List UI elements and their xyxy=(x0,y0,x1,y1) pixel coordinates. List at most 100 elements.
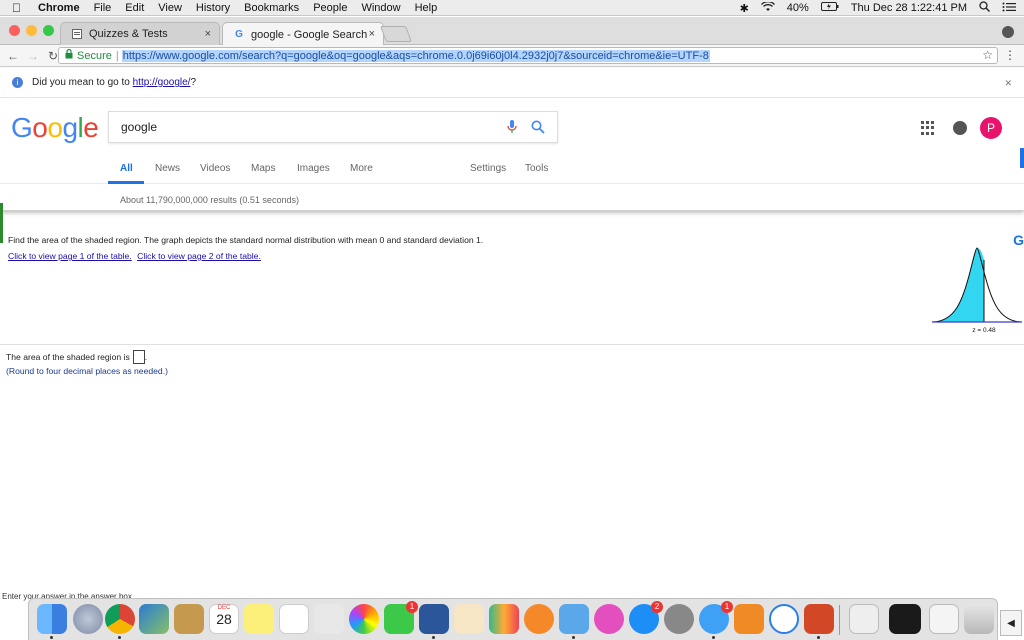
app-store-badge: 2 xyxy=(651,601,663,613)
avatar[interactable]: P xyxy=(980,117,1002,139)
new-tab-button[interactable] xyxy=(380,26,412,42)
powerpoint-icon[interactable] xyxy=(804,604,834,634)
running-indicator xyxy=(118,636,121,639)
wifi-icon[interactable] xyxy=(760,0,775,15)
spotlight-search-icon[interactable] xyxy=(979,1,990,15)
menu-file[interactable]: File xyxy=(94,2,112,14)
zoom-window-icon[interactable] xyxy=(43,25,54,36)
tab-videos[interactable]: Videos xyxy=(200,163,230,174)
answer-suffix: . xyxy=(144,352,148,362)
menu-edit[interactable]: Edit xyxy=(125,2,144,14)
calculator-icon[interactable] xyxy=(734,604,764,634)
bluetooth-icon[interactable]: ✱ xyxy=(740,2,749,15)
did-you-mean-bar: i Did you mean to go to http://google/ ?… xyxy=(0,68,1024,98)
keynote-icon[interactable] xyxy=(559,604,589,634)
tab-quizzes[interactable]: Quizzes & Tests × xyxy=(60,22,220,45)
launchpad-icon[interactable] xyxy=(73,604,103,634)
tab-tools[interactable]: Tools xyxy=(525,163,548,174)
tab-strip: Quizzes & Tests × G google - Google Sear… xyxy=(0,17,1024,46)
tab-maps[interactable]: Maps xyxy=(251,163,275,174)
ibooks-icon[interactable] xyxy=(524,604,554,634)
notification-center-icon[interactable] xyxy=(1002,2,1016,15)
preview-icon[interactable] xyxy=(139,604,169,634)
profile-icon[interactable] xyxy=(1002,26,1014,38)
tab-settings[interactable]: Settings xyxy=(470,163,506,174)
did-you-mean-prefix: Did you mean to go to xyxy=(32,77,133,88)
safari-icon[interactable] xyxy=(769,604,799,634)
secure-label: Secure xyxy=(77,49,112,62)
chrome-menu-icon[interactable]: ⋮ xyxy=(1004,48,1016,62)
forward-arrow-icon[interactable]: → xyxy=(26,49,40,63)
tab-title: google - Google Search xyxy=(251,28,368,41)
calendar-day: 28 xyxy=(216,611,232,627)
minimized-window-icon[interactable] xyxy=(889,604,921,634)
tab-all[interactable]: All xyxy=(120,163,133,174)
lock-icon xyxy=(65,48,73,62)
close-tab-icon[interactable]: × xyxy=(369,28,375,40)
menu-history[interactable]: History xyxy=(196,2,230,14)
notifications-bell-icon[interactable] xyxy=(953,121,967,135)
photo-booth-icon[interactable] xyxy=(314,604,344,634)
trash-icon[interactable] xyxy=(964,604,994,634)
calendar-icon[interactable]: DEC 28 xyxy=(209,604,239,634)
system-preferences-icon[interactable] xyxy=(664,604,694,634)
word-icon[interactable] xyxy=(419,604,449,634)
url-text[interactable]: https://www.google.com/search?q=google&o… xyxy=(121,49,710,62)
mac-dock: DEC 28 1 2 1 xyxy=(28,598,998,640)
search-input[interactable]: google xyxy=(108,111,558,143)
separator: | xyxy=(115,49,119,62)
app-store-icon[interactable]: 2 xyxy=(629,601,663,634)
table-page-2-link[interactable]: Click to view page 2 of the table. xyxy=(137,251,261,261)
answer-input[interactable] xyxy=(132,350,145,364)
clock[interactable]: Thu Dec 28 1:22:41 PM xyxy=(851,2,967,14)
chrome-icon[interactable] xyxy=(105,604,135,634)
close-tab-icon[interactable]: × xyxy=(205,28,211,40)
back-arrow-icon[interactable]: ← xyxy=(6,49,20,63)
menu-view[interactable]: View xyxy=(158,2,182,14)
question-text: Find the area of the shaded region. The … xyxy=(8,235,484,245)
menu-window[interactable]: Window xyxy=(361,2,400,14)
tab-images[interactable]: Images xyxy=(297,163,330,174)
tab-title: Quizzes & Tests xyxy=(89,28,168,40)
browser-toolbar: ← → ↻ Secure | https://www.google.com/se… xyxy=(0,45,1024,67)
microphone-icon[interactable] xyxy=(507,120,517,134)
messages-icon[interactable]: 1 xyxy=(699,601,733,634)
finder-icon[interactable] xyxy=(37,604,67,634)
running-indicator xyxy=(572,636,575,639)
address-bar[interactable]: Secure | https://www.google.com/search?q… xyxy=(58,47,998,64)
tab-more[interactable]: More xyxy=(350,163,373,174)
close-icon[interactable]: ✕ xyxy=(1004,78,1012,89)
mac-menu-bar:  Chrome File Edit View History Bookmark… xyxy=(0,0,1024,16)
minimize-window-icon[interactable] xyxy=(26,25,37,36)
google-apps-grid-icon[interactable] xyxy=(921,121,935,135)
messages-badge: 1 xyxy=(721,601,733,613)
menu-app-chrome[interactable]: Chrome xyxy=(38,2,80,14)
menu-people[interactable]: People xyxy=(313,2,347,14)
battery-icon[interactable] xyxy=(820,2,839,14)
did-you-mean-link[interactable]: http://google/ xyxy=(133,77,191,88)
apple-icon[interactable]:  xyxy=(12,1,26,15)
menu-help[interactable]: Help xyxy=(415,2,438,14)
notes-icon[interactable] xyxy=(244,604,274,634)
close-window-icon[interactable] xyxy=(9,25,20,36)
google-logo[interactable]: Google xyxy=(11,112,99,144)
battery-percent[interactable]: 40% xyxy=(787,2,809,14)
menu-bookmarks[interactable]: Bookmarks xyxy=(244,2,299,14)
tab-news[interactable]: News xyxy=(155,163,180,174)
itunes-icon[interactable] xyxy=(594,604,624,634)
google-search-panel: i Did you mean to go to http://google/ ?… xyxy=(0,68,1024,243)
search-icon[interactable] xyxy=(531,120,545,134)
numbers-icon[interactable] xyxy=(489,604,519,634)
pages-icon[interactable] xyxy=(454,604,484,634)
minimized-window-icon[interactable] xyxy=(929,604,959,634)
contacts-icon[interactable] xyxy=(174,604,204,634)
table-page-1-link[interactable]: Click to view page 1 of the table. xyxy=(8,251,132,261)
photos-icon[interactable] xyxy=(349,604,379,634)
minimized-window-icon[interactable] xyxy=(849,604,879,634)
tab-google-search[interactable]: G google - Google Search × xyxy=(222,22,384,46)
dock-arrow-icon[interactable]: ◀ xyxy=(1000,610,1022,636)
shaded-region xyxy=(933,248,984,322)
facetime-icon[interactable]: 1 xyxy=(384,601,418,634)
reminders-icon[interactable] xyxy=(279,604,309,634)
bookmark-star-icon[interactable]: ☆ xyxy=(982,48,993,62)
